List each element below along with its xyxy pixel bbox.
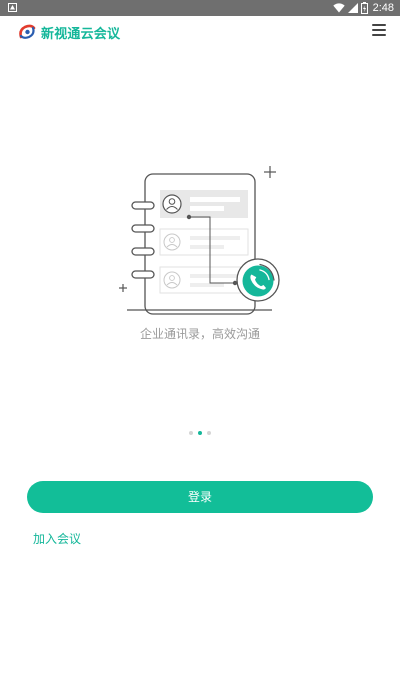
app-bar: 新视通云会议 [0,16,400,48]
page-dot-active[interactable] [198,431,202,435]
status-bar: 2:48 [0,0,400,16]
contacts-illustration [119,166,280,315]
battery-icon [360,2,368,14]
plus-decoration [264,166,276,178]
app-title: 新视通云会议 [41,27,121,42]
plus-decoration [119,284,127,292]
status-time: 2:48 [372,2,394,14]
onboarding-caption: 企业通讯录，高效沟通 [139,327,260,341]
page-dot[interactable] [207,431,211,435]
join-meeting-link[interactable]: 加入会议 [33,530,81,547]
signal-icon [347,3,358,13]
menu-icon[interactable] [372,24,386,38]
status-icons: 2:48 [332,1,394,15]
app-logo-icon [19,24,36,39]
page-dot[interactable] [189,431,193,435]
notification-icon [8,3,17,12]
login-button[interactable]: 登录 [27,481,373,513]
wifi-icon [332,3,345,13]
page-indicator [0,431,400,435]
